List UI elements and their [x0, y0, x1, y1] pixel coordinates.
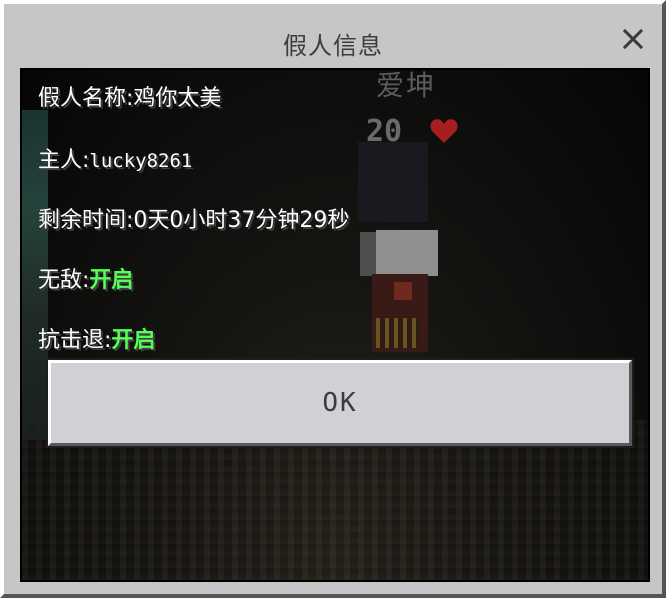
close-button[interactable] [618, 24, 648, 54]
owner-label: 主人: [38, 148, 90, 173]
knockback-resist-label: 抗击退: [38, 328, 112, 353]
close-icon [618, 24, 648, 54]
dialog-title: 假人信息 [283, 32, 383, 60]
remaining-time-line: 剩余时间:0天0小时37分钟29秒 [38, 202, 349, 234]
name-label: 假人名称: [38, 86, 134, 111]
invincible-label: 无敌: [38, 268, 90, 293]
fake-player-model [354, 132, 444, 352]
owner-value: lucky8261 [89, 150, 193, 172]
fake-player-info-dialog: 假人信息 爱坤 20 假人名称:鸡你太美 主人:lucky8261 剩余时间:0… [0, 0, 666, 598]
ok-button-label: OK [322, 388, 358, 418]
knockback-resist-value: 开启 [111, 328, 156, 353]
invincible-line: 无敌:开启 [38, 262, 133, 294]
name-value: 鸡你太美 [133, 86, 222, 111]
player-nametag: 爱坤 [376, 69, 437, 102]
remaining-time-value: 0天0小时37分钟29秒 [133, 208, 350, 233]
remaining-time-label: 剩余时间: [38, 208, 134, 233]
name-line: 假人名称:鸡你太美 [38, 80, 221, 112]
owner-line: 主人:lucky8261 [38, 142, 192, 174]
knockback-resist-line: 抗击退:开启 [38, 322, 155, 354]
ok-button[interactable]: OK [46, 358, 634, 448]
title-bar: 假人信息 [4, 4, 662, 66]
info-panel: 爱坤 20 假人名称:鸡你太美 主人:lucky8261 剩余时间:0天0小时3… [20, 68, 650, 582]
invincible-value: 开启 [89, 268, 134, 293]
